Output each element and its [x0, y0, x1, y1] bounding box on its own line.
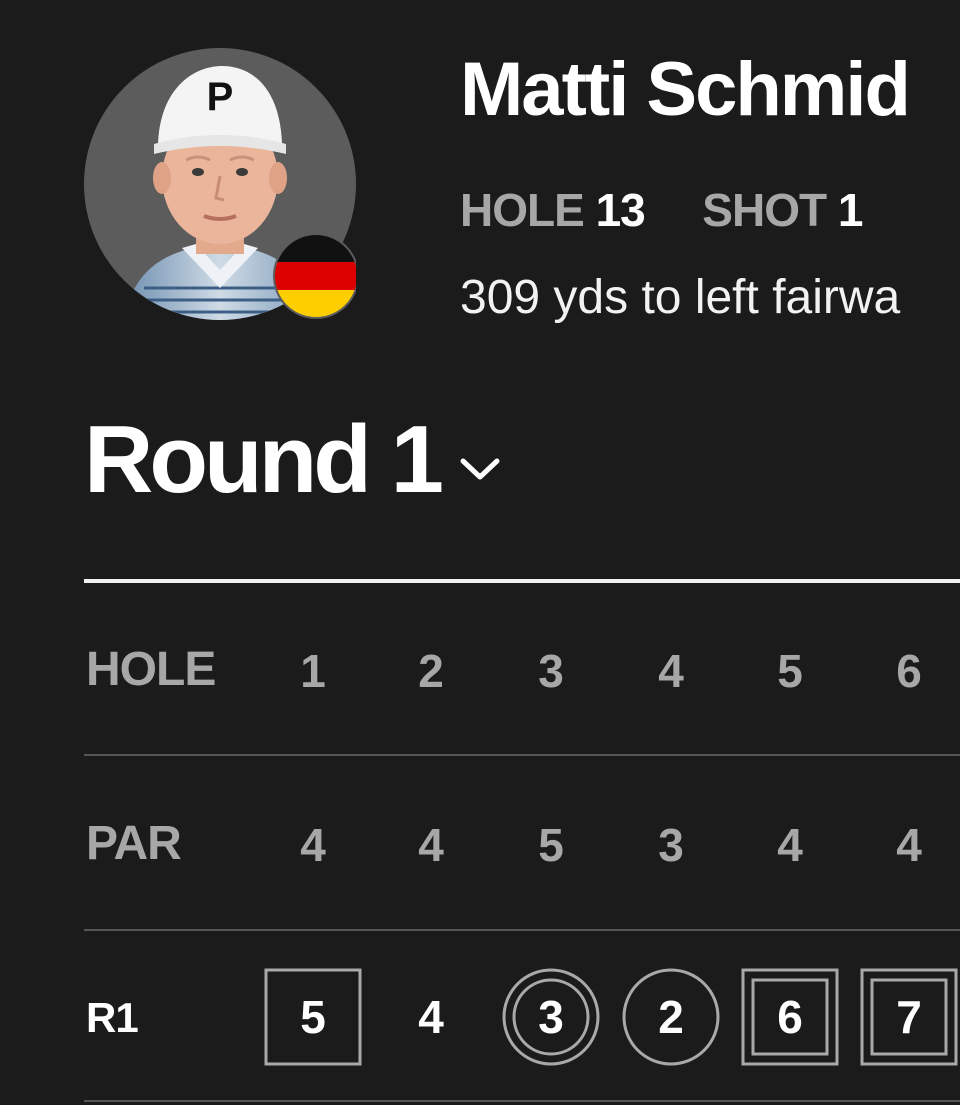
score-cell: 5	[263, 967, 363, 1067]
par-row-label: PAR	[86, 817, 182, 870]
par-value-cell: 4	[300, 819, 326, 871]
hole-number-cell: 6	[896, 645, 922, 697]
round-title: Round 1	[84, 406, 444, 513]
hole-row-label: HOLE	[86, 643, 216, 696]
shot-label: SHOT	[702, 184, 827, 236]
shot-info: HOLE 13 SHOT 1	[460, 184, 864, 236]
hole-row-divider	[84, 754, 960, 756]
player-photo: P	[84, 48, 359, 320]
player-avatar: P	[84, 48, 359, 320]
par-value-cell: 3	[658, 819, 684, 871]
score-value: 7	[896, 991, 922, 1043]
score-value: 6	[777, 991, 803, 1043]
svg-text:P: P	[207, 75, 234, 119]
score-cell: 4	[381, 967, 481, 1067]
hole-value: 13	[595, 184, 646, 236]
germany-flag-icon	[273, 233, 359, 319]
round-selector[interactable]: Round 1	[84, 410, 502, 510]
score-value: 4	[418, 991, 444, 1043]
par-value-cell: 4	[777, 819, 803, 871]
score-value: 5	[300, 991, 326, 1043]
hole-number-cell: 2	[418, 645, 444, 697]
par-value-cell: 4	[896, 819, 922, 871]
chevron-down-icon[interactable]	[458, 455, 502, 483]
par-row-divider	[84, 929, 960, 931]
hole-number-cell: 3	[538, 645, 564, 697]
score-value: 3	[538, 991, 564, 1043]
score-cell: 2	[621, 967, 721, 1067]
par-value-cell: 4	[418, 819, 444, 871]
hole-number-cell: 1	[300, 645, 326, 697]
player-name: Matti Schmid	[460, 47, 911, 132]
scorecard-top-divider	[84, 579, 960, 583]
hole-label: HOLE	[460, 184, 585, 236]
score-row-divider	[84, 1100, 960, 1102]
score-cell: 3	[501, 967, 601, 1067]
score-cell: 6	[740, 967, 840, 1067]
par-value-cell: 5	[538, 819, 564, 871]
score-value: 2	[658, 991, 684, 1043]
round-row-label: R1	[86, 994, 139, 1041]
hole-number-cell: 4	[658, 645, 684, 697]
shot-value: 1	[837, 184, 864, 236]
shot-description: 309 yds to left fairwa	[460, 271, 901, 324]
hole-number-cell: 5	[777, 645, 803, 697]
score-cell: 7	[859, 967, 959, 1067]
